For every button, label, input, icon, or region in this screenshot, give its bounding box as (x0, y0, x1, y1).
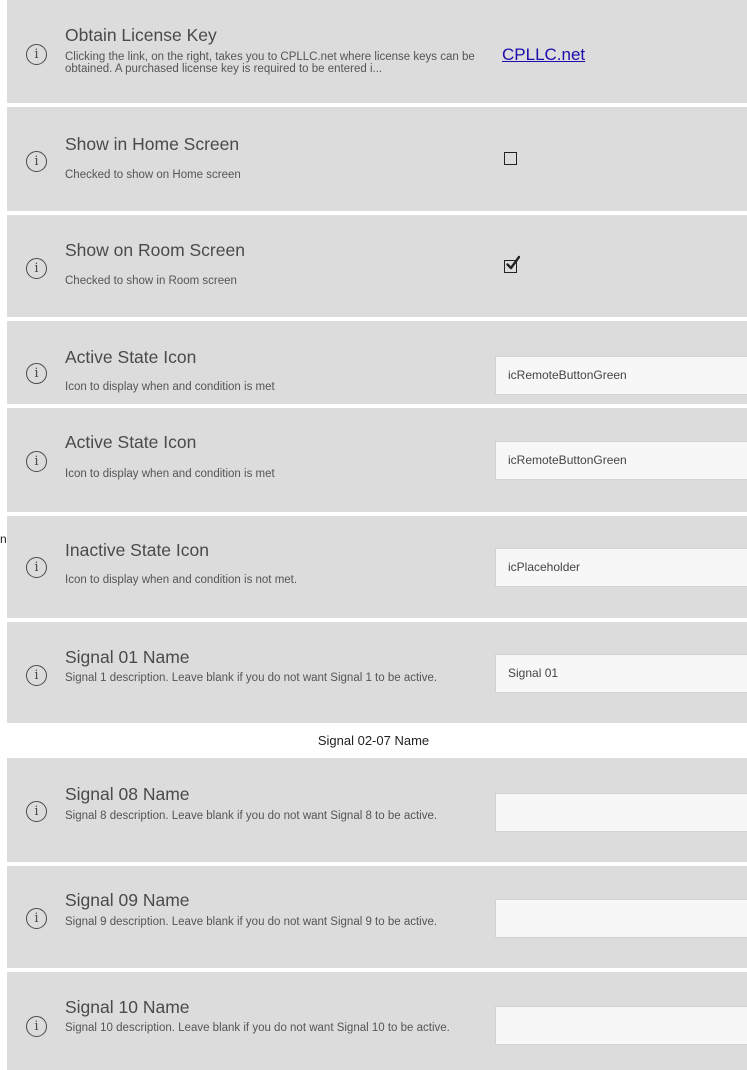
setting-description: Icon to display when and condition is me… (65, 468, 275, 480)
setting-row-signal-10: i Signal 10 Name Signal 10 description. … (7, 972, 747, 1070)
setting-description: Icon to display when and condition is no… (65, 574, 298, 586)
signal-01-field[interactable]: Signal 01 (495, 654, 747, 693)
setting-title: Show on Room Screen (65, 240, 245, 260)
setting-title: Show in Home Screen (65, 134, 240, 154)
signal-10-field[interactable] (495, 1006, 747, 1045)
signal-08-field[interactable] (495, 793, 747, 832)
setting-row-active-icon-2: i Active State Icon Icon to display when… (7, 408, 747, 512)
info-icon[interactable]: i (26, 44, 47, 65)
license-link[interactable]: CPLLC.net (502, 45, 585, 65)
checkmark-icon (506, 255, 520, 270)
setting-row-active-icon-1: i Active State Icon Icon to display when… (7, 321, 747, 404)
info-icon[interactable]: i (26, 363, 47, 384)
setting-title: Signal 01 Name (65, 647, 190, 667)
setting-row-inactive-icon: i Inactive State Icon Icon to display wh… (7, 516, 747, 618)
setting-title: Signal 09 Name (65, 890, 190, 910)
setting-title: Obtain License Key (65, 25, 217, 45)
show-room-checkbox[interactable] (504, 255, 520, 273)
setting-title: Signal 08 Name (65, 784, 190, 804)
info-icon[interactable]: i (26, 258, 47, 279)
setting-description: Checked to show on Home screen (65, 169, 241, 181)
show-home-checkbox[interactable] (504, 152, 517, 165)
info-icon[interactable]: i (26, 1016, 47, 1037)
setting-title: Active State Icon (65, 432, 197, 452)
setting-description: Signal 8 description. Leave blank if you… (65, 810, 438, 822)
setting-row-signal-08: i Signal 08 Name Signal 8 description. L… (7, 758, 747, 862)
setting-description: Clicking the link, on the right, takes y… (65, 51, 475, 75)
setting-description: Icon to display when and condition is me… (65, 381, 275, 393)
section-label: Signal 02-07 Name (317, 733, 430, 748)
info-icon[interactable]: i (26, 801, 47, 822)
setting-description: Checked to show in Room screen (65, 275, 237, 287)
signal-09-field[interactable] (495, 899, 747, 938)
inactive-icon-field[interactable]: icPlaceholder (495, 548, 747, 587)
setting-row-signal-01: i Signal 01 Name Signal 1 description. L… (7, 622, 747, 723)
info-icon[interactable]: i (26, 557, 47, 578)
info-icon[interactable]: i (26, 151, 47, 172)
info-icon[interactable]: i (26, 451, 47, 472)
info-icon[interactable]: i (26, 665, 47, 686)
setting-row-obtain-license-key: i Obtain License Key Clicking the link, … (7, 0, 747, 103)
info-icon[interactable]: i (26, 908, 47, 929)
setting-title: Active State Icon (65, 347, 197, 367)
setting-description: Signal 1 description. Leave blank if you… (65, 672, 438, 684)
setting-row-show-room: i Show on Room Screen Checked to show in… (7, 215, 747, 317)
setting-description: Signal 10 description. Leave blank if yo… (65, 1022, 450, 1034)
setting-row-signal-09: i Signal 09 Name Signal 9 description. L… (7, 866, 747, 968)
setting-description: Signal 9 description. Leave blank if you… (65, 916, 438, 928)
active-icon-field[interactable]: icRemoteButtonGreen (495, 356, 747, 395)
setting-title: Signal 10 Name (65, 997, 190, 1017)
setting-title: Inactive State Icon (65, 540, 209, 560)
setting-row-show-home: i Show in Home Screen Checked to show on… (7, 107, 747, 211)
active-icon-field[interactable]: icRemoteButtonGreen (495, 441, 747, 480)
edge-glyph: n (0, 532, 7, 546)
